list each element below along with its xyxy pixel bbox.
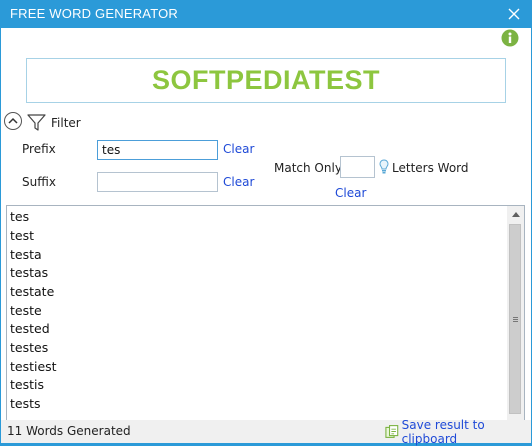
scroll-thumb[interactable]: [509, 224, 521, 414]
list-item[interactable]: tes: [10, 207, 29, 226]
scroll-up-icon: [511, 211, 520, 217]
suffix-label: Suffix: [22, 175, 56, 189]
word-list[interactable]: tes test testa testas testate teste test…: [6, 205, 525, 435]
word-list-scrollbar[interactable]: [507, 206, 524, 434]
list-item[interactable]: test: [10, 226, 34, 245]
info-icon[interactable]: [501, 29, 519, 47]
window-title: FREE WORD GENERATOR: [10, 6, 178, 21]
scroll-grip-line: [513, 317, 518, 318]
list-item[interactable]: tests: [10, 394, 41, 413]
scroll-grip-line: [513, 319, 518, 320]
match-only-label: Match Only: [274, 161, 342, 175]
filter-collapse-button[interactable]: [4, 112, 22, 130]
letters-word-label: Letters Word: [392, 161, 469, 175]
suffix-clear-link[interactable]: Clear: [223, 175, 254, 189]
list-item[interactable]: testa: [10, 245, 42, 264]
match-only-letters-input[interactable]: [340, 156, 375, 178]
save-to-clipboard-link[interactable]: Save result to clipboard: [385, 418, 531, 446]
scroll-up-button[interactable]: [507, 206, 524, 222]
list-item[interactable]: tested: [10, 319, 50, 338]
list-item[interactable]: testate: [10, 282, 54, 301]
collapse-chevron-icon: [8, 117, 18, 124]
prefix-clear-link[interactable]: Clear: [223, 142, 254, 156]
lightbulb-icon: [379, 159, 389, 174]
list-item[interactable]: testis: [10, 375, 44, 394]
list-item[interactable]: testiest: [10, 357, 57, 376]
scroll-grip-line: [513, 321, 518, 322]
suffix-input[interactable]: [97, 172, 218, 192]
main-panel: SOFTPEDIATEST Filter Prefix Clear Suffix…: [1, 28, 531, 446]
word-count-status: 11 Words Generated: [7, 424, 131, 438]
list-item[interactable]: teste: [10, 301, 42, 320]
save-to-clipboard-label: Save result to clipboard: [401, 417, 485, 446]
prefix-label: Prefix: [22, 142, 56, 156]
list-item[interactable]: testas: [10, 263, 48, 282]
status-bar: 11 Words Generated Save result to clipbo…: [1, 418, 531, 446]
filter-label: Filter: [51, 116, 81, 130]
close-button[interactable]: [496, 0, 532, 28]
clipboard-icon: [385, 425, 399, 438]
title-bar: FREE WORD GENERATOR: [0, 0, 532, 28]
generated-word-banner: SOFTPEDIATEST: [26, 58, 506, 103]
list-item[interactable]: testes: [10, 338, 48, 357]
prefix-input[interactable]: [97, 140, 218, 160]
close-icon: [508, 8, 520, 20]
banner-word: SOFTPEDIATEST: [151, 65, 380, 95]
filter-funnel-icon: [27, 114, 46, 131]
match-only-clear-link[interactable]: Clear: [335, 186, 366, 200]
